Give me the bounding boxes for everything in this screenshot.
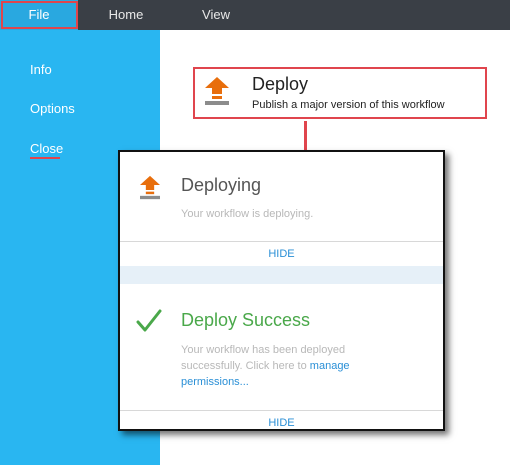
close-underline [30,157,60,159]
sidebar-item-info[interactable]: Info [30,62,52,77]
divider [120,241,443,242]
deploy-notification-panel: Deploying Your workflow is deploying. HI… [118,150,445,431]
deploy-subtitle: Publish a major version of this workflow [252,99,445,111]
divider [120,410,443,411]
deploy-upload-icon [205,77,229,105]
hide-deploying-button[interactable]: HIDE [120,248,443,260]
app-window: File Home View Info Options Close Deploy… [0,0,510,465]
checkmark-icon [136,309,162,332]
deploying-upload-icon [140,175,160,200]
deploy-option[interactable]: Deploy Publish a major version of this w… [193,67,487,119]
menu-view[interactable]: View [186,0,246,30]
hide-success-button[interactable]: HIDE [120,417,443,429]
file-highlight-box [1,1,78,29]
deploying-title: Deploying [181,175,262,195]
deploy-title: Deploy [252,74,309,94]
sidebar-item-close[interactable]: Close [30,141,63,156]
deploying-message: Your workflow is deploying. [181,208,314,220]
notification-separator [120,266,443,284]
menu-home[interactable]: Home [96,0,156,30]
deploy-success-message: Your workflow has been deployed successf… [181,342,391,390]
sidebar-item-options[interactable]: Options [30,101,75,116]
deploy-success-title: Deploy Success [181,310,311,330]
menu-bar: File Home View [0,0,510,30]
